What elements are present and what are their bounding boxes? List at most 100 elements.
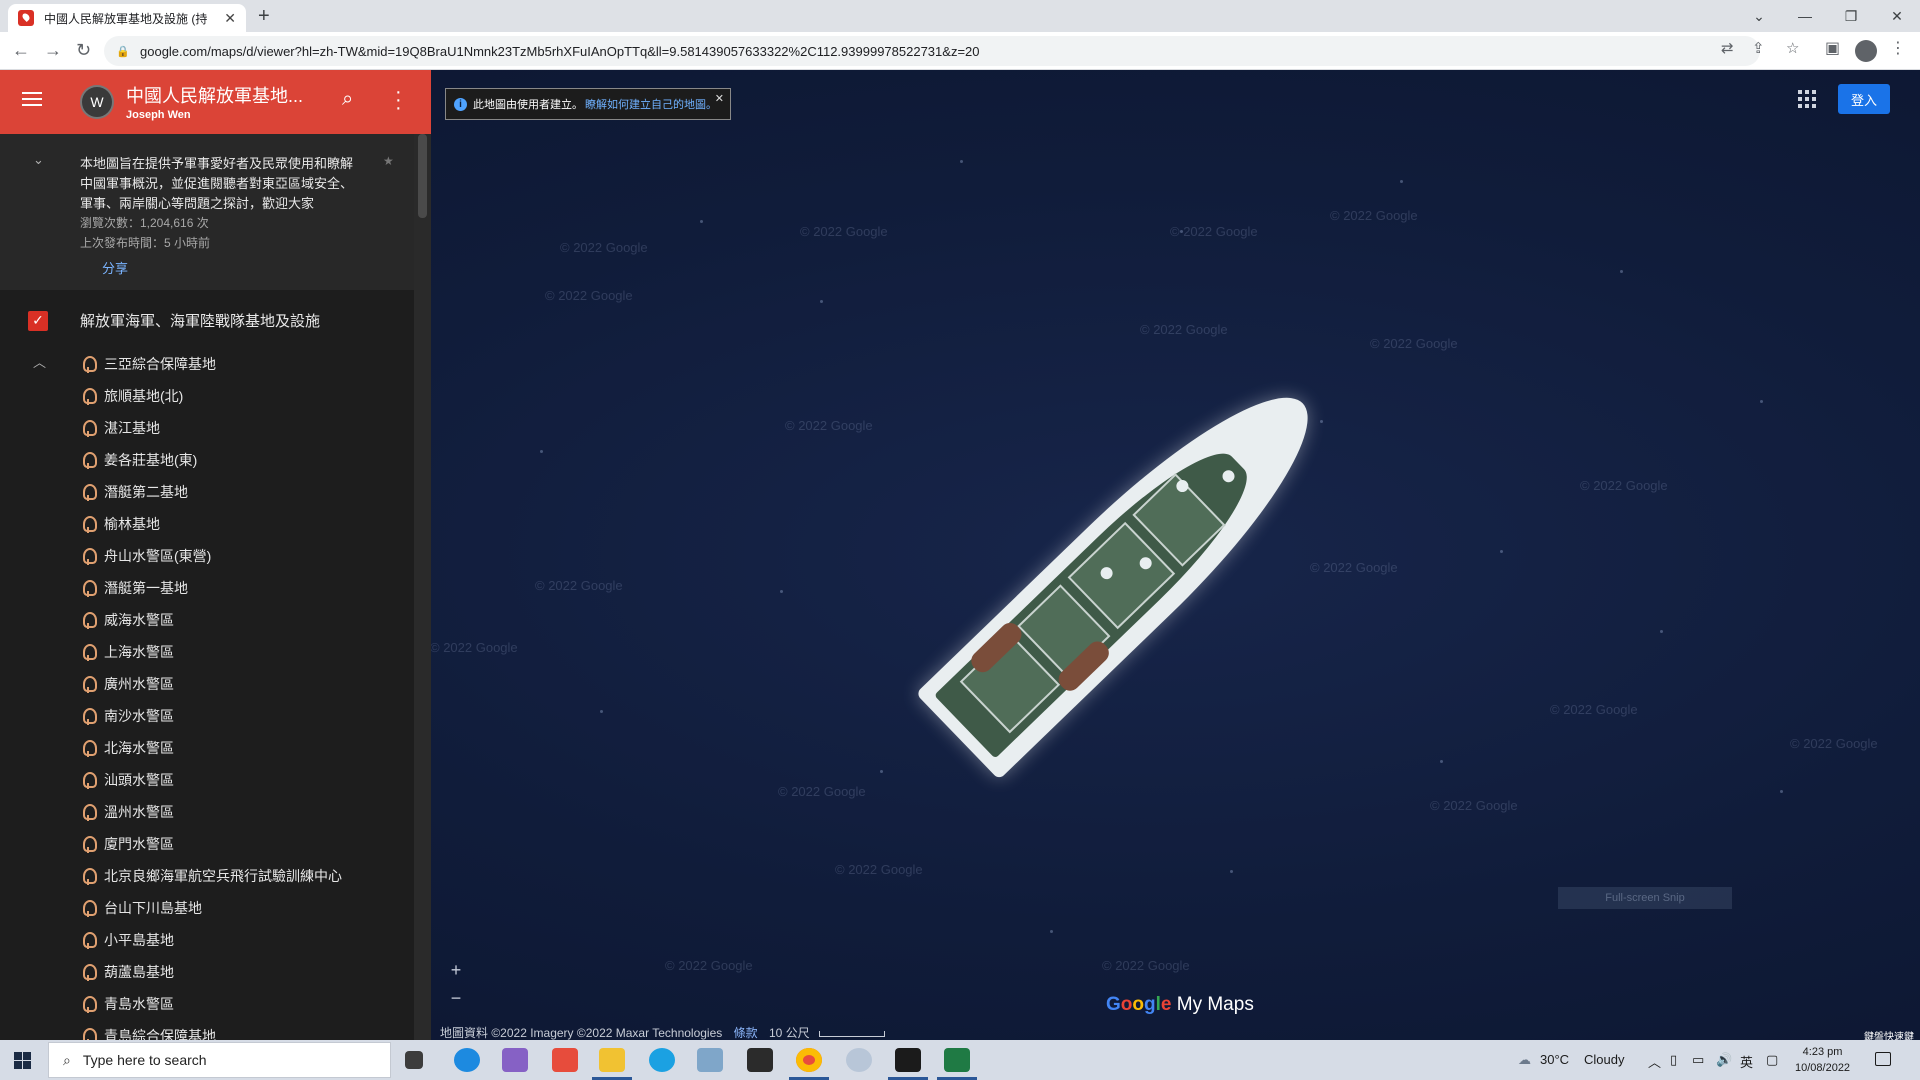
language-bar-icon[interactable]: ▢ bbox=[1766, 1052, 1778, 1068]
learn-create-map-link[interactable]: 瞭解如何建立自己的地圖。 bbox=[585, 96, 717, 112]
tab-close-icon[interactable]: ✕ bbox=[224, 10, 236, 27]
skype-icon[interactable] bbox=[649, 1048, 675, 1072]
weather-cloud-icon: ☁ bbox=[1518, 1052, 1531, 1067]
list-item[interactable]: 湛江基地 bbox=[80, 412, 342, 444]
scale-bar bbox=[819, 1031, 885, 1037]
address-bar[interactable]: 🔒 google.com/maps/d/viewer?hl=zh-TW&mid=… bbox=[104, 36, 1760, 66]
network-icon[interactable]: ▭ bbox=[1692, 1052, 1704, 1068]
user-created-map-notice: i 此地圖由使用者建立。 瞭解如何建立自己的地圖。 ✕ bbox=[445, 88, 731, 120]
list-item[interactable]: 北京良鄉海軍航空兵飛行試驗訓練中心 bbox=[80, 860, 342, 892]
share-icon[interactable]: ⇪ bbox=[1752, 39, 1765, 57]
layer-row[interactable]: ✓ 解放軍海軍、海軍陸戰隊基地及設施 bbox=[28, 310, 320, 331]
anydesk-icon[interactable] bbox=[552, 1048, 578, 1072]
list-item[interactable]: 北海水警區 bbox=[80, 732, 342, 764]
system-clock[interactable]: 4:23 pm 10/08/2022 bbox=[1795, 1044, 1850, 1076]
taskbar-search-input[interactable]: ⌕ Type here to search bbox=[48, 1042, 391, 1078]
minimize-button[interactable]: — bbox=[1782, 0, 1828, 32]
scrollbar-thumb[interactable] bbox=[418, 134, 427, 218]
paint-icon[interactable] bbox=[846, 1048, 872, 1072]
list-item[interactable]: 青島水警區 bbox=[80, 988, 342, 1020]
chrome-icon[interactable] bbox=[796, 1048, 822, 1072]
usb-icon[interactable]: ▯ bbox=[1670, 1052, 1677, 1068]
collapse-layer-chevron-icon[interactable]: ︿ bbox=[33, 352, 46, 371]
author-avatar[interactable]: W bbox=[80, 85, 114, 119]
sign-in-button[interactable]: 登入 bbox=[1838, 84, 1890, 114]
list-item[interactable]: 台山下川島基地 bbox=[80, 892, 342, 924]
collapse-description-chevron-icon[interactable]: ⌄ bbox=[33, 152, 44, 168]
map-title: 中國人民解放軍基地... bbox=[126, 86, 304, 106]
anchor-pin-icon bbox=[80, 515, 97, 533]
close-window-button[interactable]: ✕ bbox=[1874, 0, 1920, 32]
clock-date: 10/08/2022 bbox=[1795, 1062, 1851, 1074]
full-screen-snip-overlay: Full-screen Snip bbox=[1558, 887, 1732, 909]
list-item[interactable]: 汕頭水警區 bbox=[80, 764, 342, 796]
list-item[interactable]: 舟山水警區(東營) bbox=[80, 540, 342, 572]
list-item[interactable]: 潛艇第二基地 bbox=[80, 476, 342, 508]
translate-icon[interactable]: ⇄ bbox=[1721, 39, 1734, 57]
tab-search-icon[interactable]: ⌄ bbox=[1736, 0, 1782, 32]
list-item[interactable]: 上海水警區 bbox=[80, 636, 342, 668]
list-item[interactable]: 小平島基地 bbox=[80, 924, 342, 956]
terms-link[interactable]: 條款 bbox=[734, 1026, 758, 1040]
list-item[interactable]: 廣州水警區 bbox=[80, 668, 342, 700]
visual-studio-icon[interactable] bbox=[502, 1048, 528, 1072]
list-item[interactable]: 榆林基地 bbox=[80, 508, 342, 540]
hamburger-menu-icon[interactable] bbox=[22, 92, 42, 110]
list-item[interactable]: 葫蘆島基地 bbox=[80, 956, 342, 988]
notice-close-icon[interactable]: ✕ bbox=[715, 92, 724, 105]
google-apps-grid-icon[interactable] bbox=[1798, 90, 1816, 108]
list-item[interactable]: 南沙水警區 bbox=[80, 700, 342, 732]
edge-browser-icon[interactable] bbox=[454, 1048, 480, 1072]
list-item[interactable]: 三亞綜合保障基地 bbox=[80, 348, 342, 380]
back-icon[interactable]: ← bbox=[12, 40, 30, 61]
star-icon[interactable]: ★ bbox=[383, 154, 394, 168]
list-item[interactable]: 青島綜合保障基地 bbox=[80, 1020, 342, 1040]
side-panel-icon[interactable]: ▣ bbox=[1825, 38, 1840, 58]
restore-button[interactable]: ❐ bbox=[1828, 0, 1874, 32]
volume-icon[interactable]: 🔊 bbox=[1716, 1052, 1732, 1068]
excel-icon[interactable] bbox=[944, 1048, 970, 1072]
browser-tab[interactable]: 中國人民解放軍基地及設施 (持 ✕ bbox=[8, 4, 246, 32]
chrome-menu-icon[interactable]: ⋮ bbox=[1890, 38, 1906, 58]
terminal-icon[interactable] bbox=[747, 1048, 773, 1072]
sticky-notes-icon[interactable] bbox=[895, 1048, 921, 1072]
forward-icon[interactable]: → bbox=[44, 40, 62, 61]
anchor-pin-icon bbox=[80, 547, 97, 565]
anchor-pin-icon bbox=[80, 803, 97, 821]
input-method-label[interactable]: 英 bbox=[1740, 1052, 1753, 1071]
zoom-out-button[interactable]: − bbox=[446, 988, 466, 1009]
windows-start-icon[interactable] bbox=[14, 1052, 31, 1069]
file-explorer-icon[interactable] bbox=[599, 1048, 625, 1072]
list-item[interactable]: 威海水警區 bbox=[80, 604, 342, 636]
weather-condition[interactable]: Cloudy bbox=[1584, 1052, 1624, 1067]
list-item[interactable]: 旅順基地(北) bbox=[80, 380, 342, 412]
anchor-pin-icon bbox=[80, 419, 97, 437]
show-hidden-icons-chevron-icon[interactable]: ︿ bbox=[1648, 1052, 1661, 1071]
keyboard-shortcuts-label[interactable]: 鍵盤快速鍵 bbox=[1864, 1028, 1914, 1040]
list-item-label: 北海水警區 bbox=[104, 740, 174, 756]
list-item[interactable]: 廈門水警區 bbox=[80, 828, 342, 860]
bookmark-star-icon[interactable]: ☆ bbox=[1786, 39, 1799, 57]
new-tab-button[interactable]: + bbox=[258, 5, 270, 28]
notification-center-icon[interactable] bbox=[1875, 1052, 1891, 1066]
layer-checkbox[interactable]: ✓ bbox=[28, 310, 48, 331]
list-item-label: 青島水警區 bbox=[104, 996, 174, 1012]
map-description: 本地圖旨在提供予軍事愛好者及民眾使用和瞭解中國軍事概況，並促進閱聽者對東亞區域安… bbox=[80, 156, 354, 211]
share-link[interactable]: 分享 bbox=[102, 258, 128, 277]
anchor-pin-icon bbox=[80, 387, 97, 405]
list-item[interactable]: 溫州水警區 bbox=[80, 796, 342, 828]
list-item-label: 舟山水警區(東營) bbox=[104, 548, 212, 564]
zoom-in-button[interactable]: + bbox=[446, 960, 466, 981]
list-item[interactable]: 姜各莊基地(東) bbox=[80, 444, 342, 476]
map-watermark: © 2022 Google bbox=[1330, 208, 1418, 223]
map-watermark: © 2022 Google bbox=[665, 958, 753, 973]
search-icon[interactable]: ⌕ bbox=[342, 88, 353, 111]
snipping-tool-icon[interactable] bbox=[697, 1048, 723, 1072]
sidebar-scrollbar[interactable] bbox=[414, 134, 431, 1040]
profile-avatar-icon[interactable] bbox=[1855, 40, 1877, 62]
temperature[interactable]: 30°C bbox=[1540, 1052, 1569, 1067]
more-options-icon[interactable]: · · · bbox=[395, 82, 402, 118]
task-view-icon[interactable] bbox=[405, 1051, 423, 1069]
reload-icon[interactable]: ↻ bbox=[76, 40, 91, 61]
list-item[interactable]: 潛艇第一基地 bbox=[80, 572, 342, 604]
